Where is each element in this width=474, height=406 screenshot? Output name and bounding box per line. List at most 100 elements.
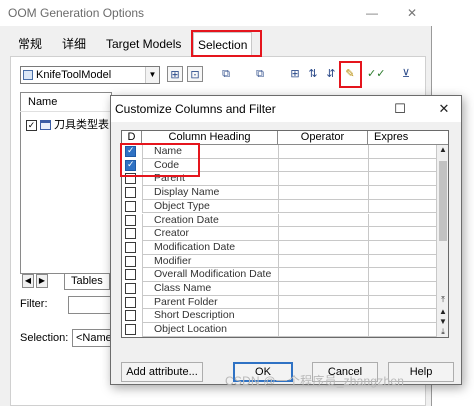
row-heading: Object Location xyxy=(142,323,278,337)
row-expression-cell[interactable] xyxy=(368,172,436,187)
row-expression-cell[interactable] xyxy=(368,240,436,255)
row-checkbox[interactable] xyxy=(125,214,136,226)
close-icon[interactable]: ✕ xyxy=(392,0,432,26)
dialog-titlebar: Customize Columns and Filter ☐ ✕ xyxy=(111,96,461,122)
row-expression-cell[interactable] xyxy=(368,186,436,200)
row-operator-cell[interactable] xyxy=(278,323,368,337)
ungroup-icon[interactable]: ⧉ xyxy=(252,66,268,82)
deselect-icon[interactable]: ⊡ xyxy=(187,66,203,82)
main-window-title: OOM Generation Options xyxy=(8,6,145,20)
sort-desc-icon[interactable]: ⇵ xyxy=(323,66,339,82)
row-expression-cell[interactable] xyxy=(368,158,436,173)
tab-general[interactable]: 常规 xyxy=(14,32,46,56)
list-item[interactable]: ✓ 刀具类型表 xyxy=(26,116,109,132)
selection-input[interactable]: <Name xyxy=(72,329,112,347)
table-row[interactable]: Creation Date xyxy=(122,213,448,228)
scroll-up-icon[interactable]: ▲ xyxy=(437,145,448,155)
table-row[interactable]: Class Name xyxy=(122,282,448,296)
filter-input[interactable] xyxy=(68,296,112,314)
scroll-right-icon[interactable]: ▶ xyxy=(36,274,48,288)
row-checkbox[interactable] xyxy=(125,255,136,267)
row-expression-cell[interactable] xyxy=(368,254,436,269)
table-icon xyxy=(40,120,51,131)
close-icon[interactable]: ✕ xyxy=(429,97,459,121)
list-header[interactable]: Name xyxy=(20,92,112,112)
col-header-expression[interactable]: Expres xyxy=(368,131,448,145)
row-operator-cell[interactable] xyxy=(278,240,368,255)
row-heading: Parent Folder xyxy=(142,295,278,310)
row-operator-cell[interactable] xyxy=(278,227,368,241)
row-operator-cell[interactable] xyxy=(278,145,368,159)
row-checkbox[interactable] xyxy=(125,187,136,199)
add-attribute-button[interactable]: Add attribute... xyxy=(121,362,203,382)
row-operator-cell[interactable] xyxy=(278,172,368,187)
row-heading: Class Name xyxy=(142,282,278,296)
row-operator-cell[interactable] xyxy=(278,254,368,269)
tab-tables[interactable]: Tables xyxy=(64,274,110,290)
row-checkbox[interactable] xyxy=(125,324,136,336)
row-checkbox[interactable] xyxy=(125,296,136,308)
table-row[interactable]: Overall Modification Date xyxy=(122,268,448,282)
row-checkbox[interactable] xyxy=(125,310,136,322)
table-row[interactable]: Creator xyxy=(122,227,448,241)
row-checkbox[interactable] xyxy=(125,269,136,281)
name-code-highlight xyxy=(120,143,200,177)
filter-label: Filter: xyxy=(20,298,48,310)
row-operator-cell[interactable] xyxy=(278,295,368,310)
row-expression-cell[interactable] xyxy=(368,295,436,310)
row-expression-cell[interactable] xyxy=(368,309,436,324)
table-row[interactable]: Object Type xyxy=(122,199,448,214)
scroll-thumb[interactable] xyxy=(439,161,447,241)
row-operator-cell[interactable] xyxy=(278,309,368,324)
scroll-down-icon[interactable]: ▼ xyxy=(437,317,448,327)
row-expression-cell[interactable] xyxy=(368,145,436,159)
row-checkbox[interactable] xyxy=(125,283,136,294)
row-heading: Modification Date xyxy=(142,240,278,255)
list-item-checkbox[interactable]: ✓ xyxy=(26,119,37,131)
row-checkbox[interactable] xyxy=(125,200,136,212)
table-row[interactable]: Short Description xyxy=(122,309,448,324)
row-expression-cell[interactable] xyxy=(368,323,436,337)
chevron-down-icon[interactable]: ▼ xyxy=(145,67,159,83)
select-all-icon[interactable]: ⊞ xyxy=(167,66,183,82)
table-row[interactable]: Modifier xyxy=(122,254,448,269)
row-heading: Display Name xyxy=(142,186,278,200)
table-row[interactable]: Parent Folder xyxy=(122,295,448,310)
row-expression-cell[interactable] xyxy=(368,282,436,296)
col-header-operator[interactable]: Operator xyxy=(278,131,368,145)
grid-scrollbar[interactable]: ▲ ⤒ ▲ ▼ ⤓ xyxy=(436,145,448,337)
row-checkbox[interactable] xyxy=(125,241,136,253)
row-operator-cell[interactable] xyxy=(278,213,368,228)
row-heading: Overall Modification Date xyxy=(142,268,278,282)
tab-detail[interactable]: 详细 xyxy=(58,32,90,56)
table-row[interactable]: Object Location xyxy=(122,323,448,337)
row-expression-cell[interactable] xyxy=(368,199,436,214)
scroll-bottom-icon[interactable]: ⤓ xyxy=(437,327,448,337)
row-operator-cell[interactable] xyxy=(278,199,368,214)
scroll-up-small-icon[interactable]: ▲ xyxy=(437,307,448,317)
row-expression-cell[interactable] xyxy=(368,213,436,228)
table-row[interactable]: Modification Date xyxy=(122,240,448,255)
row-heading: Creator xyxy=(142,227,278,241)
scroll-top-icon[interactable]: ⤒ xyxy=(437,295,448,305)
check-all-icon[interactable]: ✓✓ xyxy=(367,66,385,82)
row-checkbox[interactable] xyxy=(125,228,136,240)
row-operator-cell[interactable] xyxy=(278,158,368,173)
scroll-left-icon[interactable]: ◀ xyxy=(22,274,34,288)
group-icon[interactable]: ⧉ xyxy=(218,66,234,82)
row-expression-cell[interactable] xyxy=(368,268,436,282)
selection-label: Selection: xyxy=(20,332,69,344)
row-expression-cell[interactable] xyxy=(368,227,436,241)
model-select[interactable]: KnifeToolModel ▼ xyxy=(20,66,160,84)
maximize-icon[interactable]: ☐ xyxy=(385,97,415,121)
row-operator-cell[interactable] xyxy=(278,282,368,296)
customize-columns-dialog: Customize Columns and Filter ☐ ✕ D Colum… xyxy=(110,95,462,385)
row-operator-cell[interactable] xyxy=(278,186,368,200)
tree-icon[interactable]: ⊞ xyxy=(287,66,303,82)
row-operator-cell[interactable] xyxy=(278,268,368,282)
sort-asc-icon[interactable]: ⇅ xyxy=(305,66,321,82)
table-row[interactable]: Display Name xyxy=(122,186,448,200)
clear-filter-icon[interactable]: ⊻ xyxy=(398,66,414,82)
minimize-icon[interactable]: — xyxy=(354,0,390,26)
tab-target-models[interactable]: Target Models xyxy=(102,32,185,56)
